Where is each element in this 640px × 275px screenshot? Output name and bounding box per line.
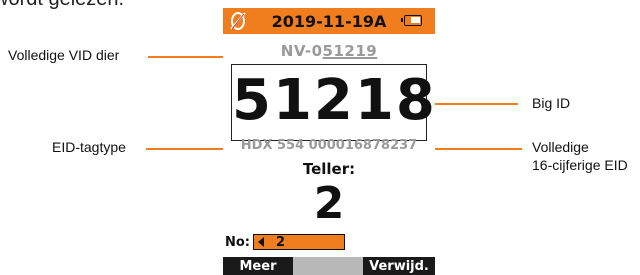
eid-number: HDX 554 000016878237 [240, 138, 418, 153]
big-id: 51218 [232, 68, 435, 133]
left-arrow-icon[interactable] [258, 237, 265, 247]
callout-full-eid-line2: 16-cijferige EID [532, 157, 628, 173]
big-id-box: 51218 [231, 64, 435, 141]
leader-line-full-eid [424, 148, 522, 150]
vid-suffix: 51219 [322, 42, 378, 60]
reader-screen: 2019-11-19A NV-051219 51218 HDX 554 0000… [223, 0, 435, 275]
callout-big-id: Big ID [532, 95, 571, 111]
callout-vid: Volledige VID dier [8, 47, 120, 63]
battery-level [411, 17, 420, 23]
counter-value: 2 [313, 178, 345, 229]
callout-eid-type: EID-tagtype [52, 139, 126, 155]
callout-full-eid-line1: Volledige [532, 139, 589, 155]
softkey-meer[interactable]: Meer [223, 257, 293, 275]
status-bar: 2019-11-19A [223, 8, 435, 34]
softkey-verwijd[interactable]: Verwijd. [363, 257, 435, 275]
vid-prefix: NV-0 [280, 42, 323, 60]
leader-line-eid-type [146, 148, 226, 150]
full-vid: NV-051219 [223, 42, 435, 60]
softkey-middle[interactable] [293, 257, 363, 275]
no-value: 2 [276, 234, 286, 250]
callout-full-eid: Volledige 16-cijferige EID [532, 138, 628, 174]
no-label: No: [225, 234, 251, 250]
no-row: No: 2 [225, 234, 346, 250]
no-field[interactable]: 2 [253, 234, 346, 250]
counter-label: Teller: [302, 160, 356, 178]
battery-icon [401, 15, 422, 26]
softkey-bar: Meer Verwijd. [223, 257, 435, 275]
page-heading: wordt gelezen. [0, 0, 124, 11]
